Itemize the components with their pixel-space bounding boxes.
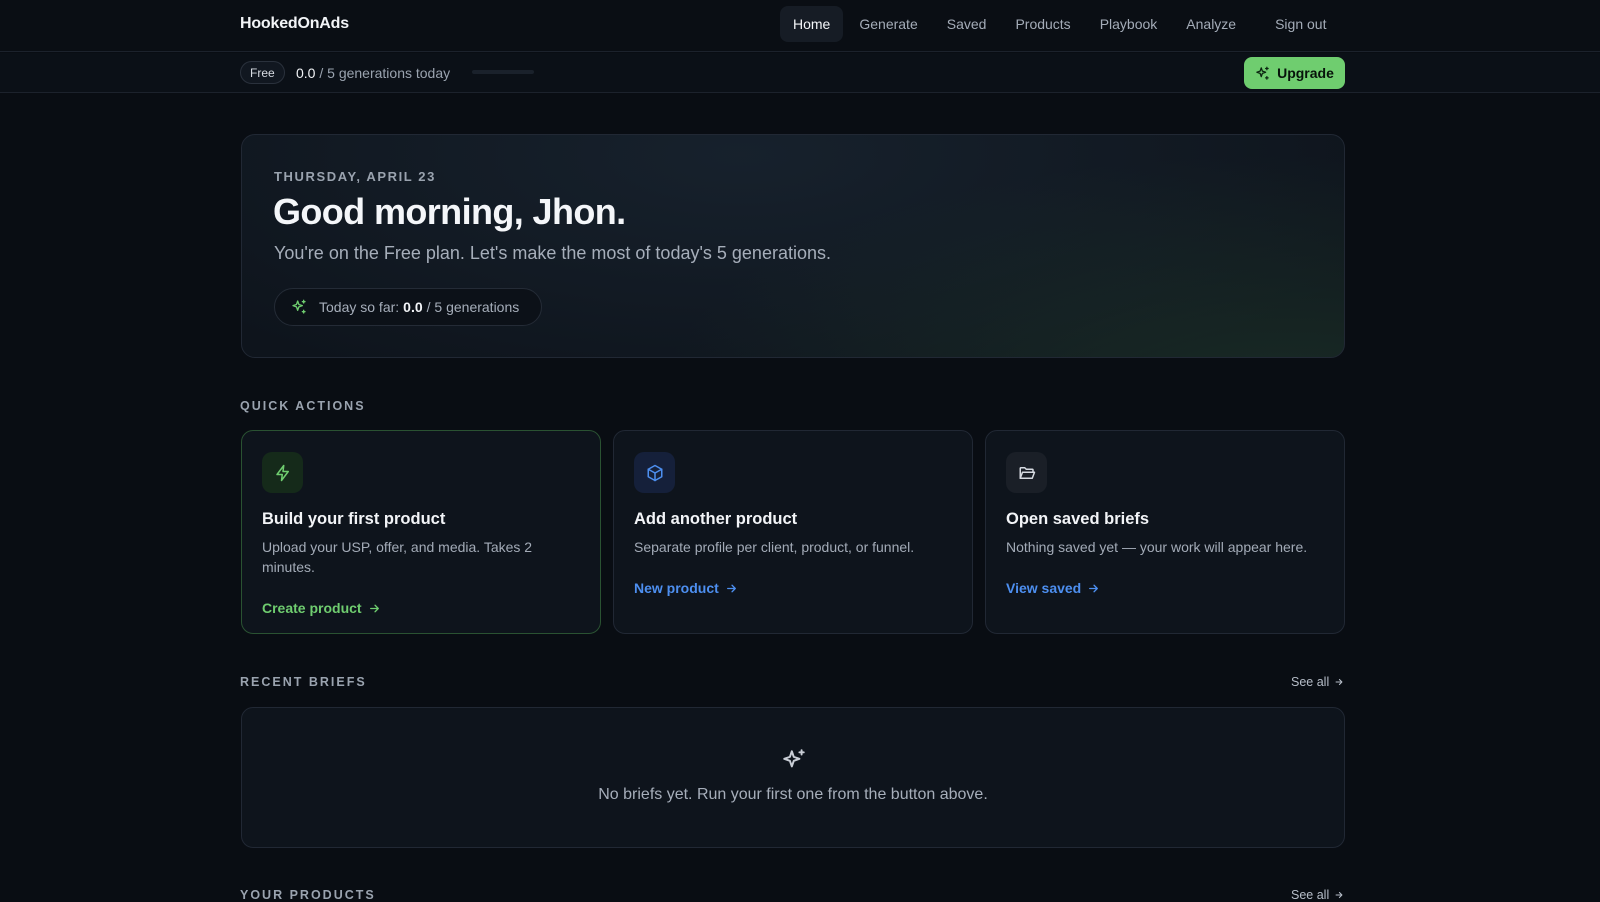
view-saved-link-label: View saved bbox=[1006, 580, 1082, 596]
card-icon-box bbox=[634, 452, 675, 493]
quick-actions-heading: QUICK ACTIONS bbox=[240, 399, 366, 413]
arrow-right-icon bbox=[1089, 584, 1099, 592]
card-description: Upload your USP, offer, and media. Takes… bbox=[262, 539, 533, 575]
sparkles-icon bbox=[292, 299, 306, 314]
nav-item-home[interactable]: Home bbox=[780, 6, 844, 42]
chip-used-value: 0.0 bbox=[403, 299, 423, 315]
sign-out-button[interactable]: Sign out bbox=[1262, 6, 1339, 42]
nav-item-generate[interactable]: Generate bbox=[846, 6, 930, 42]
brand-logo[interactable]: HookedOnAds bbox=[240, 15, 349, 33]
hero-greeting: Good morning, Jhon. bbox=[273, 191, 626, 232]
chip-suffix: / 5 generations bbox=[426, 299, 520, 315]
nav-item-products[interactable]: Products bbox=[1002, 6, 1083, 42]
top-navbar: HookedOnAds Home Generate Saved Products… bbox=[0, 0, 1600, 52]
recent-briefs-heading: RECENT BRIEFS bbox=[240, 675, 367, 689]
greeting-hero: THURSDAY, APRIL 23 Good morning, Jhon. Y… bbox=[241, 134, 1345, 358]
usage-counter: 0.0 / 5 generations today bbox=[296, 65, 450, 81]
quick-action-card-build-product[interactable]: Build your first product Upload your USP… bbox=[241, 430, 601, 634]
hero-subtitle: You're on the Free plan. Let's make the … bbox=[274, 243, 831, 263]
today-usage-chip: Today so far: 0.0 / 5 generations bbox=[274, 288, 542, 326]
usage-counter-text: / 5 generations today bbox=[319, 65, 451, 81]
quick-action-card-saved-briefs[interactable]: Open saved briefs Nothing saved yet — yo… bbox=[985, 430, 1345, 634]
empty-state-message: No briefs yet. Run your first one from t… bbox=[598, 786, 988, 803]
new-product-link-label: New product bbox=[634, 580, 719, 596]
plan-badge: Free bbox=[240, 61, 285, 84]
arrow-right-icon bbox=[369, 604, 379, 612]
sparkles-icon bbox=[783, 749, 805, 768]
view-saved-link[interactable]: View saved bbox=[1006, 580, 1100, 596]
cube-icon bbox=[647, 464, 662, 481]
card-icon-box bbox=[262, 452, 303, 493]
hero-date: THURSDAY, APRIL 23 bbox=[274, 169, 436, 184]
nav-item-saved[interactable]: Saved bbox=[934, 6, 1000, 42]
card-description: Separate profile per client, product, or… bbox=[634, 539, 915, 555]
chip-prefix: Today so far: bbox=[319, 299, 400, 315]
sparkles-icon bbox=[1256, 66, 1269, 80]
arrow-right-icon bbox=[1335, 891, 1343, 899]
card-title: Build your first product bbox=[262, 510, 446, 528]
see-all-label: See all bbox=[1291, 675, 1330, 689]
usage-used-value: 0.0 bbox=[296, 65, 316, 81]
upgrade-button-label: Upgrade bbox=[1277, 65, 1334, 81]
folder-open-icon bbox=[1019, 466, 1035, 479]
card-title: Add another product bbox=[634, 510, 798, 528]
lightning-icon bbox=[275, 464, 289, 481]
recent-briefs-empty-state: No briefs yet. Run your first one from t… bbox=[241, 707, 1345, 848]
create-product-link[interactable]: Create product bbox=[262, 600, 381, 616]
usage-progress-bar bbox=[472, 70, 534, 74]
card-title: Open saved briefs bbox=[1006, 510, 1150, 528]
upgrade-button[interactable]: Upgrade bbox=[1244, 57, 1345, 89]
quick-action-card-add-product[interactable]: Add another product Separate profile per… bbox=[613, 430, 973, 634]
nav-item-playbook[interactable]: Playbook bbox=[1087, 6, 1171, 42]
card-description: Nothing saved yet — your work will appea… bbox=[1006, 539, 1308, 555]
usage-bar: Free 0.0 / 5 generations today bbox=[0, 53, 1600, 93]
nav-item-analyze[interactable]: Analyze bbox=[1173, 6, 1249, 42]
new-product-link[interactable]: New product bbox=[634, 580, 738, 596]
recent-briefs-see-all-link[interactable]: See all bbox=[1291, 675, 1344, 689]
nav-links: Home Generate Saved Products Playbook An… bbox=[780, 6, 1342, 42]
create-product-link-label: Create product bbox=[262, 600, 362, 616]
card-icon-box bbox=[1006, 452, 1047, 493]
arrow-right-icon bbox=[726, 584, 736, 592]
arrow-right-icon bbox=[1335, 678, 1343, 686]
